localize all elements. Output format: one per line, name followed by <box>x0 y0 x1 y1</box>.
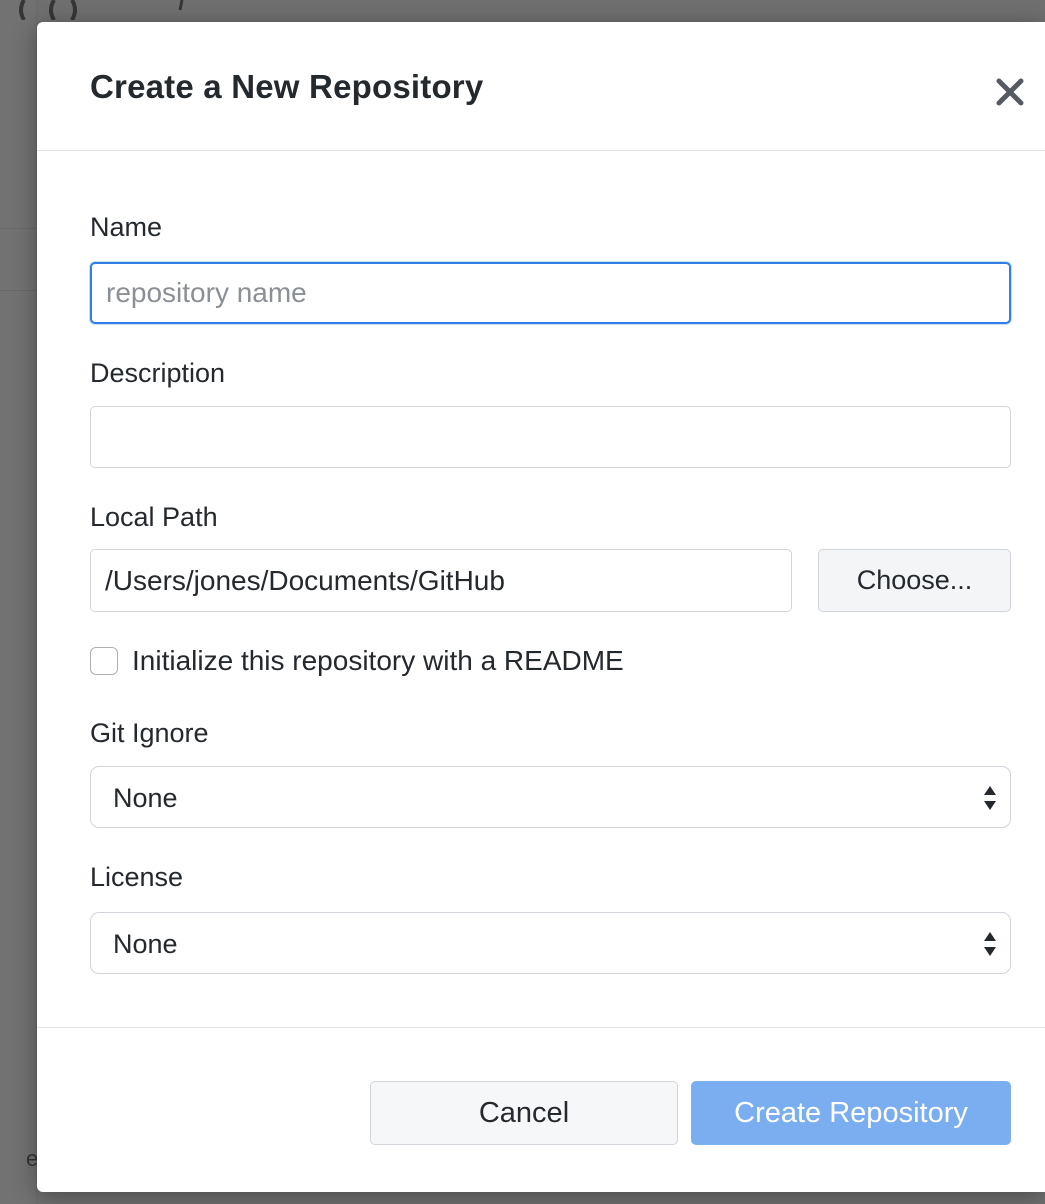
dialog-title: Create a New Repository <box>90 68 484 105</box>
git-ignore-label: Git Ignore <box>90 718 209 748</box>
license-label: License <box>90 862 184 892</box>
close-icon <box>996 78 1024 106</box>
readme-checkbox[interactable] <box>90 647 118 675</box>
dialog-header: Create a New Repository <box>37 22 1045 151</box>
footer-divider <box>37 1027 1045 1028</box>
name-label: Name <box>90 212 163 242</box>
cancel-button[interactable]: Cancel <box>370 1081 678 1145</box>
select-arrows-icon <box>984 786 996 810</box>
name-input[interactable] <box>90 262 1011 324</box>
local-path-label: Local Path <box>90 502 218 532</box>
choose-path-button[interactable]: Choose... <box>818 549 1011 612</box>
license-selected-value: None <box>113 929 178 959</box>
readme-checkbox-label[interactable]: Initialize this repository with a README <box>132 645 624 677</box>
git-ignore-selected-value: None <box>113 783 178 813</box>
license-select[interactable]: None <box>90 912 1011 974</box>
select-arrows-icon <box>984 932 996 956</box>
close-button[interactable] <box>990 72 1030 112</box>
local-path-input[interactable] <box>90 549 792 612</box>
create-repository-button[interactable]: Create Repository <box>691 1081 1011 1145</box>
git-ignore-select[interactable]: None <box>90 766 1011 828</box>
description-input[interactable] <box>90 406 1011 468</box>
create-repository-dialog: Create a New Repository Name Description… <box>37 22 1045 1192</box>
readme-checkbox-row[interactable]: Initialize this repository with a README <box>90 643 624 679</box>
description-label: Description <box>90 358 226 388</box>
